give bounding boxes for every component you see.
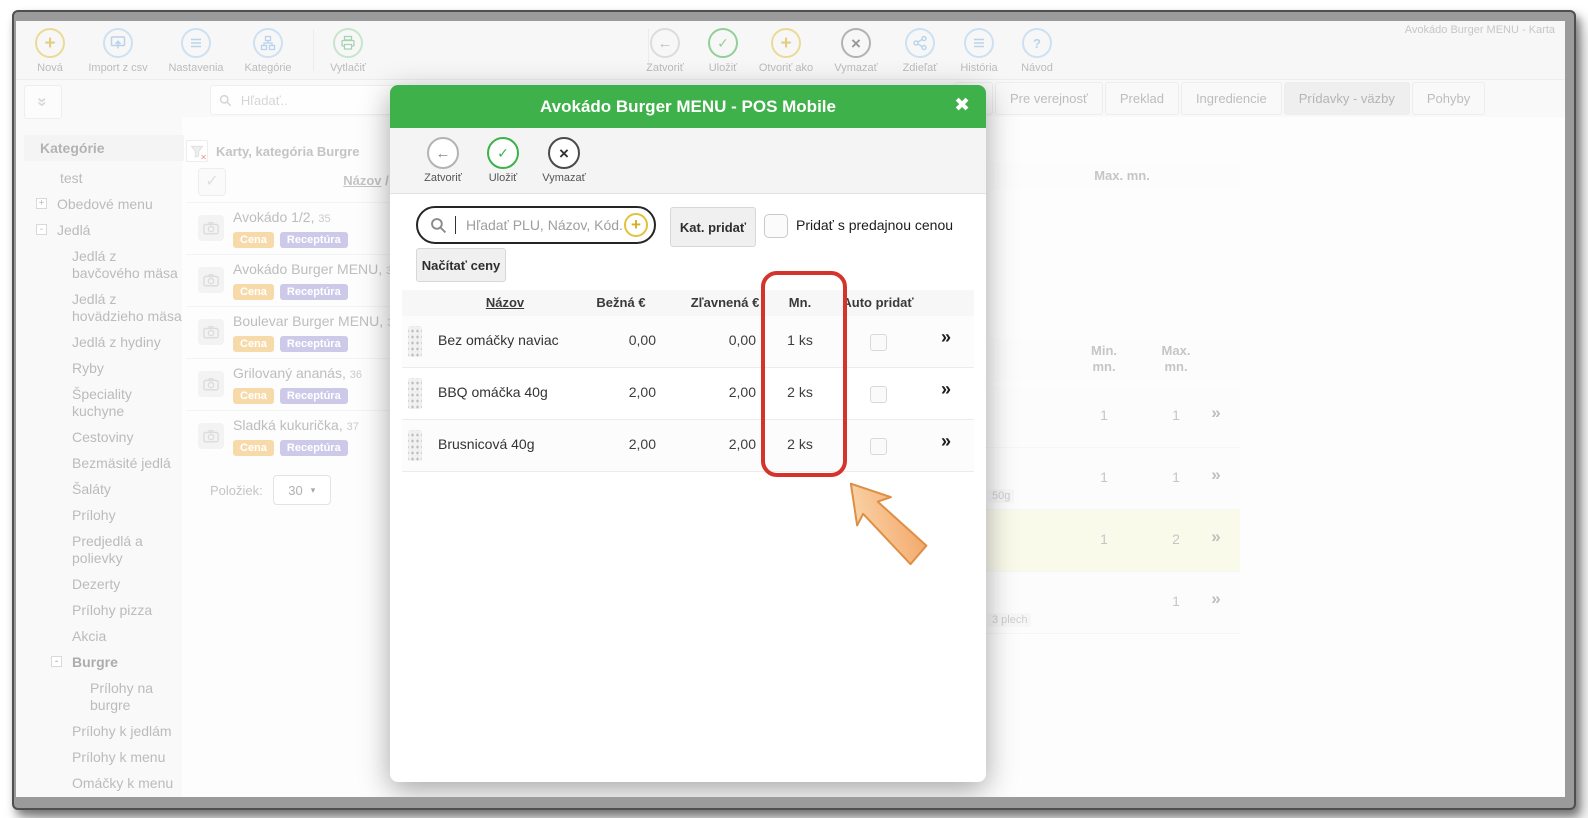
auto-add-checkbox[interactable] [870,334,887,351]
screenshot-page: + Nová Import z csv Nastavenia Kategóri [0,0,1588,818]
quantity-value: 1 ks [770,332,830,348]
quantity-column-header: Mn. [770,295,830,310]
regular-price: 0,00 [586,332,656,348]
arrow-left-icon: ← [427,137,459,169]
pos-mobile-modal: Avokádo Burger MENU - POS Mobile ✖ ← Zat… [390,85,986,782]
modal-title: Avokádo Burger MENU - POS Mobile [540,97,836,117]
addon-name: BBQ omáčka 40g [438,384,548,400]
modal-search-box[interactable]: + [416,206,656,244]
discounted-price: 2,00 [686,436,756,452]
modal-table-header: Názov Bežná € Zľavnená € Mn. Auto pridať [402,290,974,316]
regular-price-header: Bežná € [586,295,656,310]
add-with-price-label: Pridať s predajnou cenou [796,217,953,233]
drag-handle[interactable] [408,326,422,357]
check-icon: ✓ [487,137,519,169]
expand-row-chevron[interactable]: » [934,327,958,348]
quantity-value: 2 ks [770,384,830,400]
drag-handle[interactable] [408,378,422,409]
expand-row-chevron[interactable]: » [934,431,958,452]
name-column-header[interactable]: Názov [455,295,555,310]
modal-table-row: BBQ omáčka 40g 2,00 2,00 2 ks » [402,368,974,420]
addon-name: Brusnicová 40g [438,436,535,452]
modal-table-row: Bez omáčky naviac 0,00 0,00 1 ks » [402,316,974,368]
auto-add-header: Auto pridať [828,295,928,310]
modal-toolbar: ← Zatvoriť ✓ Uložiť × Vymazať [390,128,986,194]
x-icon: × [548,137,580,169]
addon-name: Bez omáčky naviac [438,332,559,348]
app-window: + Nová Import z csv Nastavenia Kategóri [16,21,1565,797]
modal-close-button[interactable]: ← Zatvoriť [411,137,475,184]
auto-add-checkbox[interactable] [870,438,887,455]
discount-price-header: Zľavnená € [675,295,775,310]
text-caret [455,216,456,234]
modal-table-row: Brusnicová 40g 2,00 2,00 2 ks » [402,420,974,472]
modal-header: Avokádo Burger MENU - POS Mobile ✖ [390,85,986,128]
modal-table-rows: Bez omáčky naviac 0,00 0,00 1 ks » BBQ o… [402,316,974,472]
auto-add-checkbox[interactable] [870,386,887,403]
modal-delete-button[interactable]: × Vymazať [532,137,596,184]
discounted-price: 2,00 [686,384,756,400]
modal-search-input[interactable] [464,216,624,234]
regular-price: 2,00 [586,436,656,452]
discounted-price: 0,00 [686,332,756,348]
search-icon [430,217,447,234]
modal-save-button[interactable]: ✓ Uložiť [471,137,535,184]
quantity-value: 2 ks [770,436,830,452]
modal-close-icon[interactable]: ✖ [954,94,970,117]
regular-price: 2,00 [586,384,656,400]
drag-handle[interactable] [408,430,422,461]
add-category-button[interactable]: Kat. pridať [670,207,756,247]
add-with-price-checkbox[interactable] [764,214,788,238]
add-plus-icon[interactable]: + [624,213,648,237]
expand-row-chevron[interactable]: » [934,379,958,400]
load-prices-button[interactable]: Načítať ceny [416,248,506,282]
